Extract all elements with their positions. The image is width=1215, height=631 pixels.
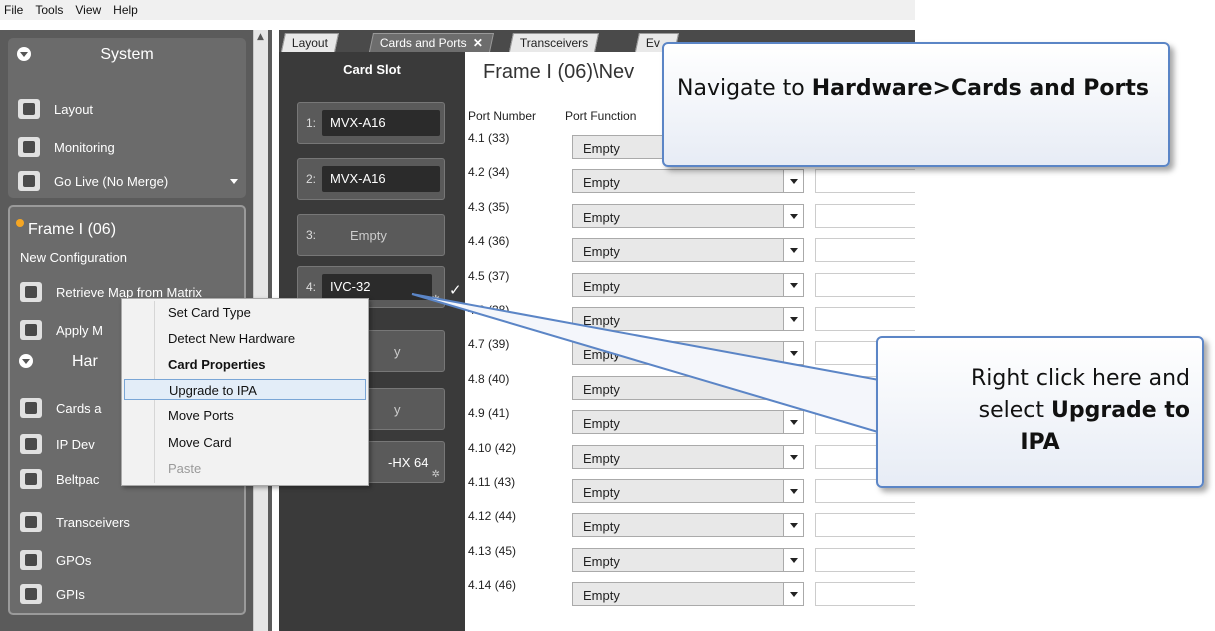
- callout-navigate: Navigate to Hardware>Cards and Ports: [662, 42, 1170, 167]
- screenshot-stage: File Tools View Help System Layout Monit…: [0, 0, 1215, 631]
- callout-bold-text: IPA: [1020, 430, 1060, 455]
- callout-right-click: Right click here and select Upgrade to I…: [876, 336, 1204, 488]
- callout-line-2: select: [978, 398, 1051, 423]
- callout-bold-text: Upgrade to: [1050, 398, 1190, 423]
- callout-bold-text: Hardware>Cards and Ports: [811, 76, 1149, 101]
- callout-line-1: Right click here and: [970, 366, 1190, 391]
- callout-text: Navigate to: [677, 76, 812, 101]
